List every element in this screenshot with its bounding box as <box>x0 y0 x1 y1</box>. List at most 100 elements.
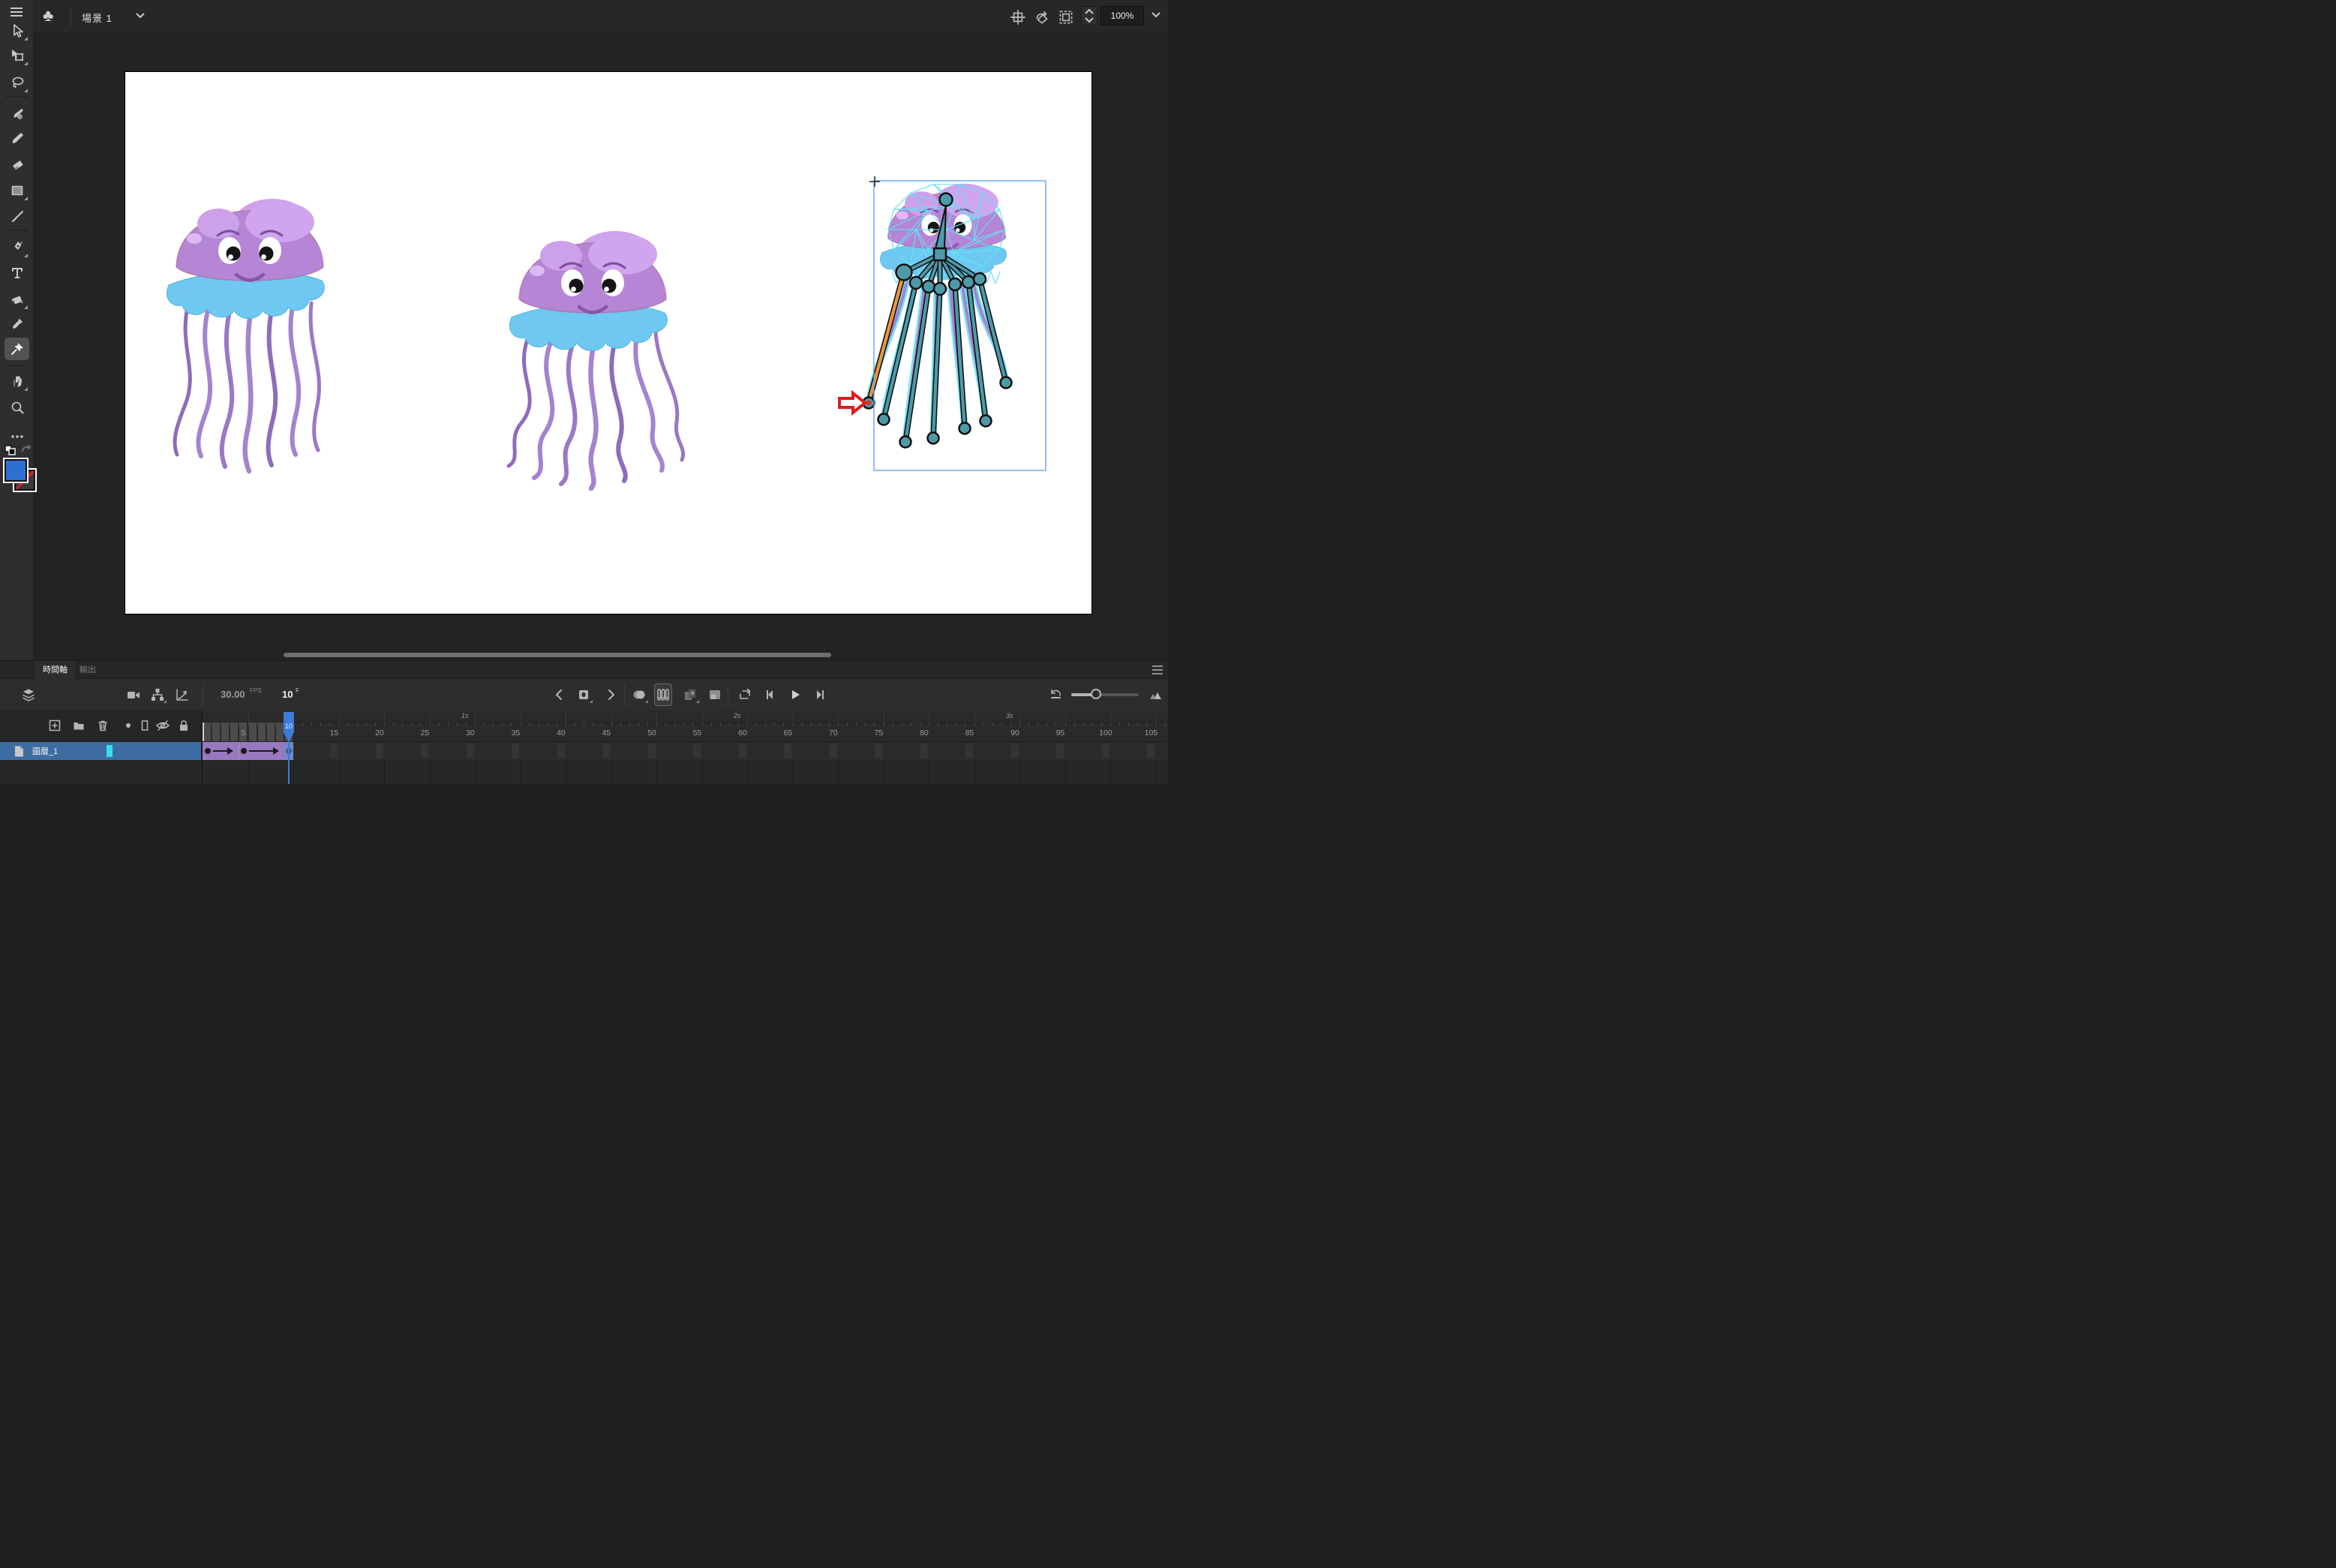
delete-layer-icon[interactable] <box>95 718 110 733</box>
scene-icon[interactable]: ♣ <box>43 6 53 26</box>
zoom-dropdown-icon[interactable] <box>1151 12 1160 18</box>
frame-tick <box>638 722 639 726</box>
frame-ruler[interactable]: 1s2s3s 510152025303540455055606570758085… <box>203 710 1168 742</box>
clip-outside-stage-icon[interactable] <box>1057 8 1075 26</box>
toolbar-divider <box>5 365 28 366</box>
frame-number: 80 <box>914 728 934 737</box>
jellyfish-left[interactable] <box>167 199 324 471</box>
step-forward-icon[interactable] <box>811 686 829 704</box>
add-layer-icon[interactable] <box>47 718 62 733</box>
panel-divider[interactable] <box>201 710 203 784</box>
tool-lasso[interactable] <box>5 71 29 94</box>
edit-multiple-frames-icon[interactable] <box>681 686 699 704</box>
outline-column-icon[interactable] <box>137 718 152 733</box>
swap-colors-icon[interactable] <box>20 444 32 456</box>
fps-value[interactable]: 30.00 <box>221 689 245 700</box>
insert-keyframe-icon[interactable] <box>575 686 593 704</box>
chevron-down-icon[interactable] <box>136 13 145 19</box>
joint[interactable] <box>923 281 935 293</box>
default-colors-icon[interactable] <box>4 444 17 456</box>
reset-timeline-zoom-icon[interactable] <box>1047 686 1065 704</box>
layer-name-cell[interactable]: 圖層_1 <box>0 742 201 760</box>
pasteboard[interactable] <box>34 34 1168 660</box>
frame-size-icon[interactable] <box>1146 686 1164 704</box>
loop-playback-icon[interactable] <box>736 686 754 704</box>
visibility-column-icon[interactable] <box>155 718 170 733</box>
graph-editor-icon[interactable] <box>173 686 191 704</box>
onion-skin-icon[interactable] <box>630 686 648 704</box>
frame-tick <box>783 722 784 726</box>
current-frame-value[interactable]: 10 <box>282 689 293 700</box>
center-stage-icon[interactable] <box>1009 8 1027 26</box>
timeline-zoom-slider[interactable] <box>1071 693 1139 696</box>
empty-layer-area[interactable] <box>0 760 201 784</box>
tool-selection[interactable] <box>5 20 29 42</box>
joint[interactable] <box>910 277 922 289</box>
next-keyframe-icon[interactable] <box>602 686 620 704</box>
tool-zoom[interactable] <box>5 396 29 419</box>
joint[interactable] <box>934 283 946 295</box>
frame-span-toggle-icon[interactable] <box>706 686 724 704</box>
tool-eyedropper[interactable] <box>5 313 29 335</box>
joint[interactable] <box>959 423 971 434</box>
frame-tick <box>1101 722 1102 726</box>
stage-canvas[interactable] <box>125 72 1091 614</box>
joint[interactable] <box>974 273 986 285</box>
tool-eraser[interactable] <box>5 153 29 176</box>
frame-grid-line <box>611 760 612 784</box>
timeline-zoom-slider-handle[interactable] <box>1091 689 1101 699</box>
tween-arrow <box>249 750 278 752</box>
horizontal-scrollbar[interactable] <box>284 653 831 657</box>
empty-frame-grid[interactable] <box>203 760 1168 784</box>
tab-timeline[interactable]: 時間軸 <box>35 661 75 679</box>
add-folder-icon[interactable] <box>71 718 86 733</box>
joint[interactable] <box>878 414 890 425</box>
joint[interactable] <box>896 265 912 281</box>
jellyfish-rigged[interactable] <box>839 176 1046 470</box>
scene-name[interactable]: 場景 1 <box>82 11 113 25</box>
layer-parenting-icon[interactable] <box>149 686 167 704</box>
layer-outline-color-chip[interactable] <box>107 745 113 757</box>
tool-free-transform[interactable] <box>5 44 29 67</box>
tool-pen[interactable] <box>5 236 29 259</box>
highlight-column-icon[interactable] <box>121 718 136 733</box>
panel-menu-icon[interactable] <box>1151 665 1163 675</box>
previous-keyframe-icon[interactable] <box>551 686 569 704</box>
fifth-frame-cell <box>376 743 383 758</box>
camera-icon[interactable] <box>125 686 143 704</box>
tool-classic-brush[interactable] <box>5 128 29 150</box>
joint[interactable] <box>962 276 974 288</box>
layer-row[interactable]: 圖層_1 <box>0 742 1168 760</box>
toolbar-menu-icon[interactable] <box>9 6 24 18</box>
tool-asset-warp[interactable] <box>5 338 29 360</box>
joint[interactable] <box>980 416 992 427</box>
tool-fluid-brush[interactable] <box>5 103 29 125</box>
root-joint[interactable] <box>934 248 946 260</box>
rotation-icon[interactable] <box>1033 8 1051 26</box>
tool-paint-bucket[interactable] <box>5 288 29 311</box>
tool-hand[interactable] <box>5 370 29 392</box>
stroke-color-swatch[interactable] <box>5 459 27 482</box>
joint[interactable] <box>928 433 939 444</box>
step-back-icon[interactable] <box>761 686 779 704</box>
tool-line[interactable] <box>5 205 29 227</box>
zoom-level-field[interactable]: 100% <box>1100 6 1144 26</box>
jellyfish-middle[interactable] <box>509 231 683 488</box>
bone[interactable] <box>980 279 1006 383</box>
joint[interactable] <box>940 194 953 206</box>
joint[interactable] <box>900 437 911 448</box>
play-icon[interactable] <box>786 686 804 704</box>
tab-output[interactable]: 輸出 <box>72 661 104 679</box>
zoom-stepper[interactable] <box>1081 6 1097 26</box>
frame-tick <box>820 722 821 726</box>
layer-name[interactable]: 圖層_1 <box>32 745 58 757</box>
tool-text[interactable] <box>5 262 29 284</box>
onion-skin-range-bar <box>212 722 220 742</box>
joint[interactable] <box>1001 377 1012 389</box>
joint[interactable] <box>949 278 961 290</box>
layers-stack-icon[interactable] <box>20 686 38 704</box>
tool-rectangle[interactable] <box>5 179 29 202</box>
layer-frame-strip[interactable] <box>203 742 1168 760</box>
lock-column-icon[interactable] <box>176 718 191 733</box>
onion-skin-outlines-icon[interactable] <box>654 683 672 706</box>
